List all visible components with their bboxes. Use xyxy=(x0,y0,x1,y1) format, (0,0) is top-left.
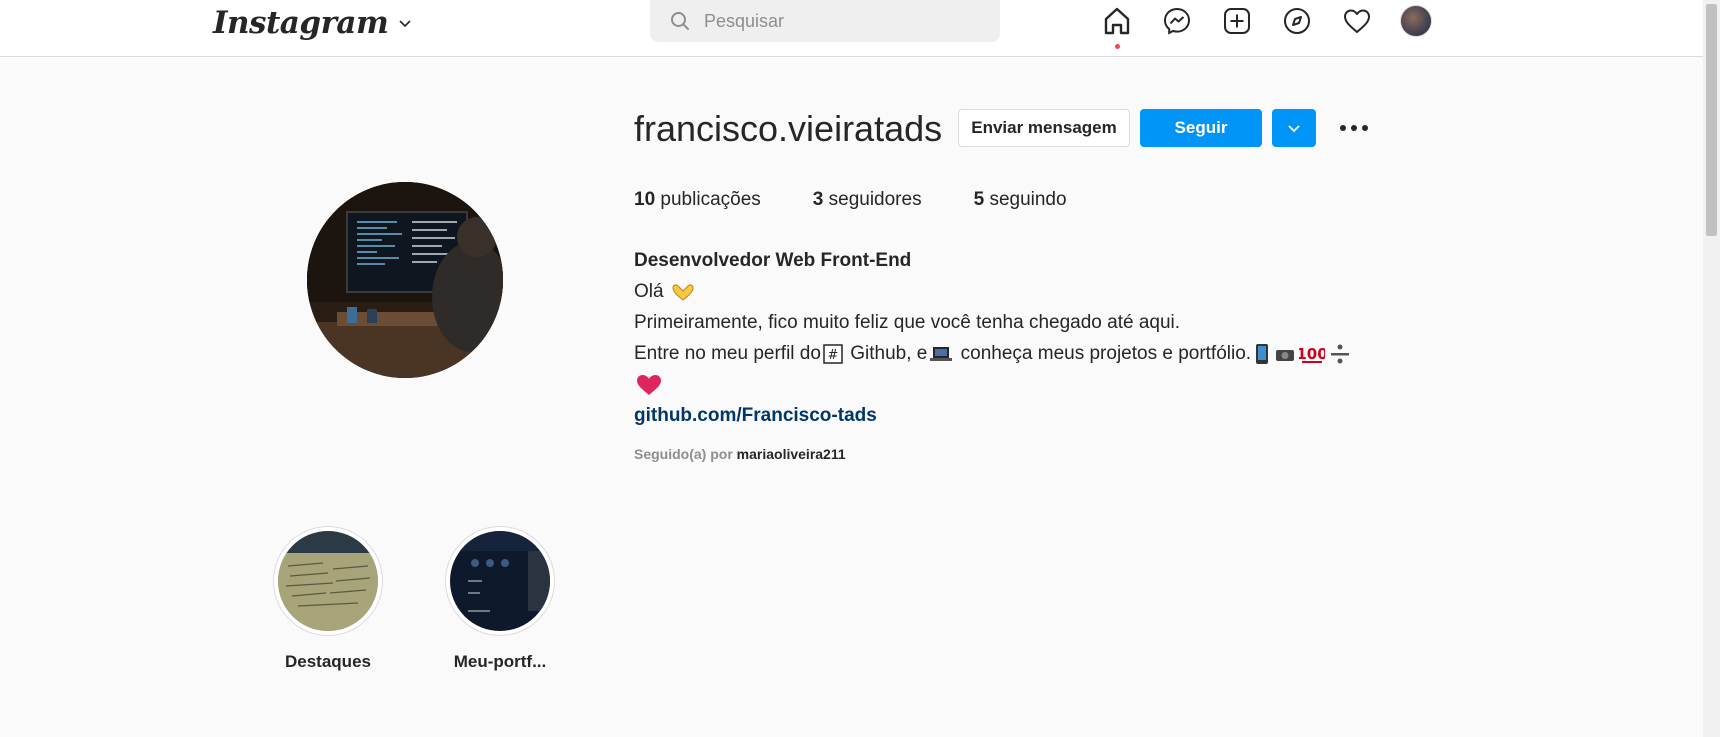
bio-line-greeting: Olá xyxy=(634,276,1414,307)
activity-button[interactable] xyxy=(1340,4,1374,38)
new-post-icon xyxy=(1224,8,1250,34)
bio-name: Desenvolvedor Web Front-End xyxy=(634,250,912,271)
more-options-button[interactable] xyxy=(1336,114,1372,142)
highlight-label: Meu-portf... xyxy=(453,652,547,671)
notification-dot xyxy=(1115,44,1120,49)
chevron-down-icon xyxy=(1288,125,1300,133)
scrollbar[interactable] xyxy=(1703,0,1720,737)
divide-emoji-icon xyxy=(1331,344,1350,364)
bio-line-github: Entre no meu perfil do # Github, e conheç… xyxy=(634,338,1414,369)
messenger-icon xyxy=(1163,7,1191,35)
bio-line-heart xyxy=(634,369,1414,400)
following-link[interactable]: 5 seguindo xyxy=(974,189,1067,211)
search-input[interactable] xyxy=(704,10,964,32)
highlight-label: Destaques xyxy=(285,652,371,671)
activity-heart-icon xyxy=(1344,9,1370,33)
search-box[interactable] xyxy=(650,0,1000,42)
profile-bio: Desenvolvedor Web Front-End Olá Primeira… xyxy=(634,245,1414,431)
followers-link[interactable]: 3 seguidores xyxy=(813,189,922,211)
profile-username: francisco.vieiratads xyxy=(634,108,943,149)
github-link[interactable]: github.com/Francisco-tads xyxy=(634,400,1414,431)
suggestions-dropdown-button[interactable] xyxy=(1272,109,1316,147)
highlight-ring xyxy=(445,526,555,636)
profile-avatar[interactable] xyxy=(1400,5,1432,37)
profile-picture[interactable] xyxy=(307,182,503,378)
new-post-button[interactable] xyxy=(1220,4,1254,38)
mobile-phone-emoji-icon xyxy=(1256,343,1269,364)
heart-hands-emoji-icon xyxy=(672,284,694,301)
highlight-item[interactable]: Meu-portf... xyxy=(430,526,570,672)
messenger-button[interactable] xyxy=(1160,4,1194,38)
scrollbar-thumb[interactable] xyxy=(1706,4,1717,236)
logo-text: Instagram xyxy=(213,5,389,41)
bio-line-intro: Primeiramente, fico muito feliz que você… xyxy=(634,312,1181,333)
chevron-down-icon xyxy=(399,20,411,28)
posts-count: 10 publicações xyxy=(634,189,761,210)
follow-button[interactable]: Seguir xyxy=(1140,109,1262,147)
red-heart-emoji-icon xyxy=(637,374,661,395)
highlight-ring xyxy=(273,526,383,636)
hundred-points-emoji-icon: 100 xyxy=(1299,345,1325,363)
explore-icon xyxy=(1284,8,1310,34)
svg-text:100: 100 xyxy=(1299,345,1325,363)
highlight-cover-image xyxy=(278,531,378,631)
hash-keycap-emoji-icon: # xyxy=(823,344,843,364)
profile-photo-image xyxy=(307,182,503,378)
nav-icons xyxy=(1100,3,1432,49)
followed-by-text[interactable]: Seguido(a) por mariaoliveira211 xyxy=(634,446,846,462)
search-icon xyxy=(671,12,689,30)
home-icon xyxy=(1104,7,1130,35)
camera-emoji-icon xyxy=(1276,349,1295,361)
laptop-emoji-icon xyxy=(930,346,953,361)
more-options-icon xyxy=(1340,125,1368,131)
explore-button[interactable] xyxy=(1280,4,1314,38)
followed-by-user[interactable]: mariaoliveira211 xyxy=(737,446,846,462)
send-message-button[interactable]: Enviar mensagem xyxy=(958,109,1130,147)
svg-text:#: # xyxy=(828,348,839,363)
instagram-logo[interactable]: Instagram xyxy=(213,3,412,43)
highlight-cover-image xyxy=(450,531,550,631)
highlight-item[interactable]: Destaques xyxy=(258,526,398,672)
profile-stats: 10 publicações 3 seguidores 5 seguindo xyxy=(634,189,1119,211)
home-button[interactable] xyxy=(1100,4,1134,49)
top-navigation-bar: Instagram xyxy=(0,0,1703,57)
